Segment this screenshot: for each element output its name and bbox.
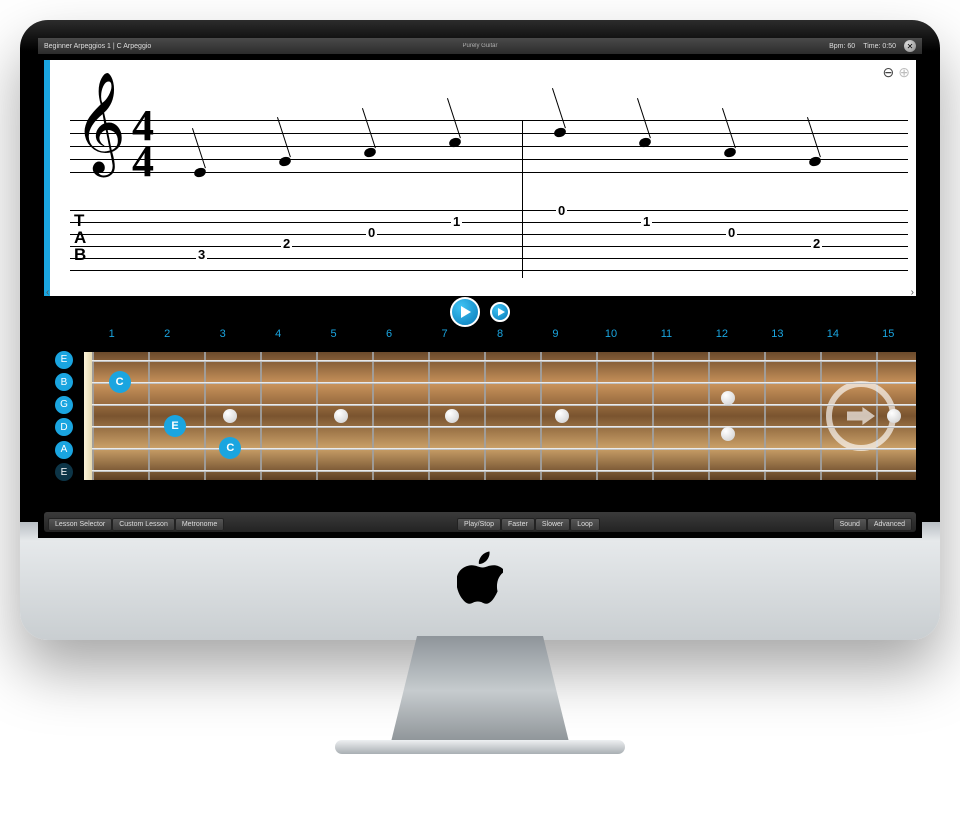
fret-inlay [445,409,459,423]
fret-inlay [334,409,348,423]
tab-fret-number: 0 [726,225,737,240]
barline [522,120,523,278]
tab-fret-number: 2 [281,236,292,251]
open-string-dot[interactable]: E [55,463,73,481]
guitar-string [92,426,916,428]
fret-number: 6 [361,328,416,346]
fret-number: 5 [306,328,361,346]
lesson-title: Beginner Arpeggios 1 | C Arpeggio [44,43,151,50]
playhead-bar [44,60,50,300]
guitar-nut [84,352,92,480]
imac-stand [390,636,570,746]
open-string-dot[interactable]: A [55,441,73,459]
fret-number: 12 [694,328,749,346]
fret-number: 14 [805,328,860,346]
brand-label: Purely Guitar [462,43,497,49]
play-button[interactable] [450,297,480,327]
fret-inlay [555,409,569,423]
fret-number: 4 [250,328,305,346]
guitar-string [92,470,916,472]
fret-number: 10 [583,328,638,346]
fret-inlay [887,409,901,423]
notation-panel: ⊖ ⊕ 𝄞 4 4 T A B ‹ › 32010102 [44,60,916,300]
fret-number: 2 [139,328,194,346]
tab-fret-number: 1 [451,214,462,229]
bpm-label: Bpm: 60 [829,43,855,50]
guitar-string [92,404,916,406]
tab-fret-number: 3 [196,247,207,262]
open-string-dot[interactable]: B [55,373,73,391]
tab-fret-number: 1 [641,214,652,229]
close-icon[interactable]: ✕ [904,40,916,52]
fret-number-strip: 123456789101112131415 [84,328,916,346]
play-half-button[interactable] [490,302,510,322]
apple-logo-icon [457,550,503,611]
fret-number: 1 [84,328,139,346]
finger-dot[interactable]: C [219,437,241,459]
finger-dot[interactable]: C [109,371,131,393]
app-screen: Beginner Arpeggios 1 | C Arpeggio Purely… [38,38,922,538]
fret-inlay [721,427,735,441]
tab-fret-number: 0 [366,225,377,240]
imac-frame: Beginner Arpeggios 1 | C Arpeggio Purely… [20,20,940,640]
fret-inlay [223,409,237,423]
fret-number: 7 [417,328,472,346]
open-string-dot[interactable]: E [55,351,73,369]
zoom-out-icon[interactable]: ⊖ [883,64,895,81]
open-string-dot[interactable]: G [55,396,73,414]
fret-number: 15 [861,328,916,346]
fret-number: 3 [195,328,250,346]
fret-number: 13 [750,328,805,346]
guitar-string [92,448,916,450]
open-string-labels: EBGDAE [44,346,84,486]
fretboard-panel: EBGDAE CEC [44,346,916,486]
tab-lines [70,210,908,282]
tab-fret-number: 2 [811,236,822,251]
guitar-string [92,360,916,362]
play-controls [38,296,922,328]
tab-fret-number: 0 [556,203,567,218]
fret-number: 11 [639,328,694,346]
fret-inlay [721,391,735,405]
fret-number: 8 [472,328,527,346]
finger-dot[interactable]: E [164,415,186,437]
fret-number: 9 [528,328,583,346]
imac-foot [335,740,625,754]
time-label: Time: 0:50 [863,43,896,50]
guitar-string [92,382,916,384]
advance-arrow-icon[interactable] [826,381,896,451]
open-string-dot[interactable]: D [55,418,73,436]
title-bar: Beginner Arpeggios 1 | C Arpeggio Purely… [38,38,922,54]
fretboard[interactable]: C E C [92,352,916,480]
imac-chin [20,520,940,640]
zoom-in-icon[interactable]: ⊕ [898,64,910,81]
